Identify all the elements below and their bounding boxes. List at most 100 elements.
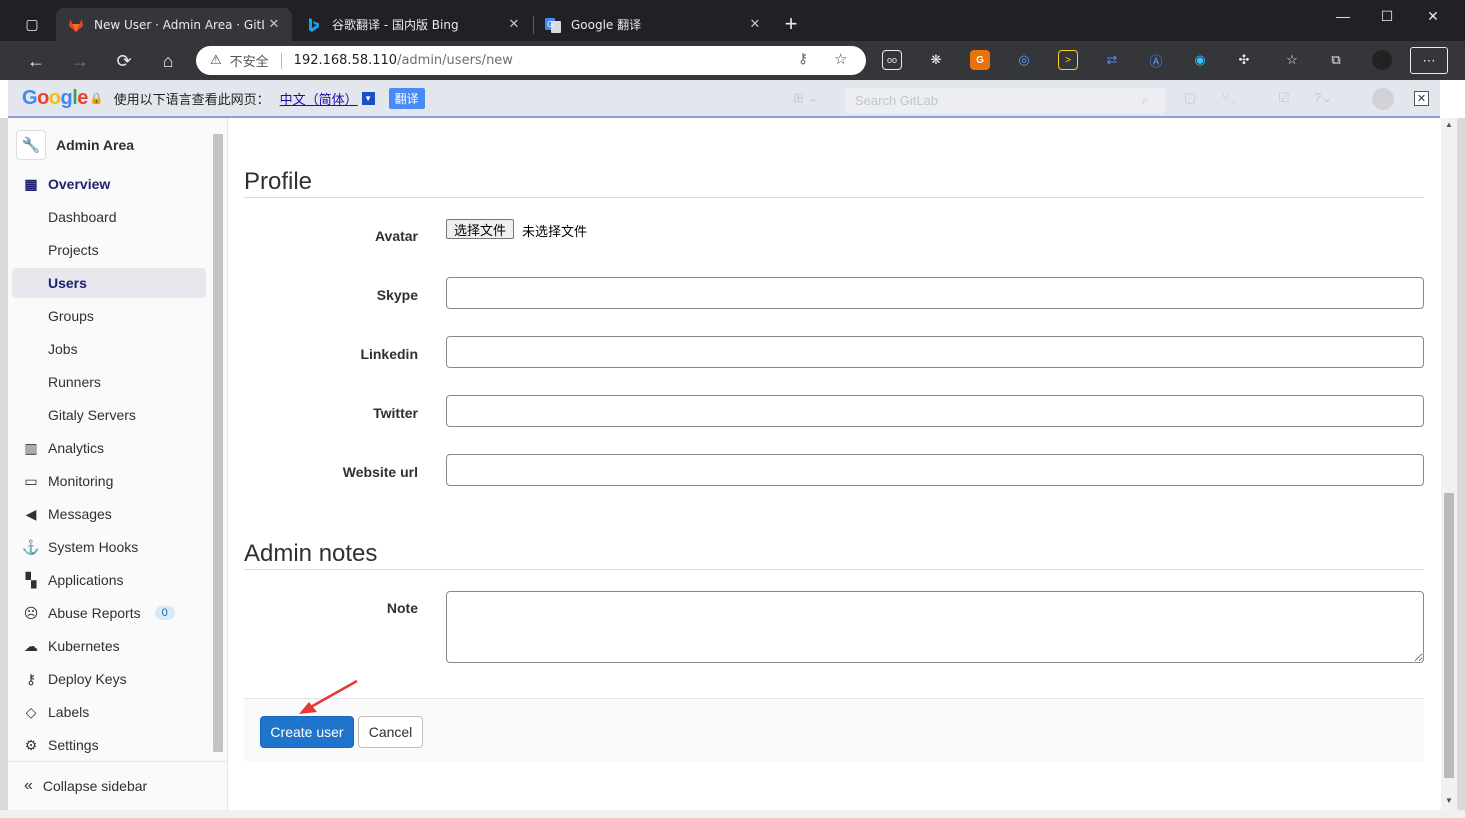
anchor-icon: ⚓ [22, 538, 40, 555]
sidebar-item-label: Deploy Keys [48, 671, 127, 687]
sidebar-item-dashboard[interactable]: Dashboard [12, 202, 206, 232]
cancel-button[interactable]: Cancel [358, 716, 423, 748]
extension-5-icon[interactable]: > [1058, 50, 1078, 70]
sidebar-item-kubernetes[interactable]: ☁ Kubernetes [12, 631, 206, 661]
extension-1-icon[interactable]: oo [882, 50, 902, 70]
wrench-icon: 🔧 [16, 130, 46, 160]
sidebar-item-label: Dashboard [48, 209, 117, 225]
extension-7-icon[interactable]: Ⓐ [1146, 50, 1166, 70]
extension-3-icon[interactable]: G [970, 50, 990, 70]
sidebar-item-messages[interactable]: ◀ Messages [12, 499, 206, 529]
sad-face-icon: ☹ [23, 604, 39, 621]
tag-icon: ◇ [25, 703, 37, 720]
profile-avatar[interactable] [1372, 50, 1392, 70]
sidebar-item-label: Analytics [48, 440, 105, 456]
sidebar-item-system-hooks[interactable]: ⚓ System Hooks [12, 532, 206, 562]
admin-notes-heading: Admin notes [244, 540, 378, 567]
tab-actions-icon[interactable]: ▢ [17, 9, 47, 39]
sidebar-item-projects[interactable]: Projects [12, 235, 206, 265]
scroll-down-icon[interactable]: ▼ [1445, 796, 1453, 805]
extension-6-icon[interactable]: ⇄ [1102, 50, 1122, 70]
website-url-field[interactable] [446, 454, 1424, 486]
maximize-button[interactable]: ☐ [1364, 0, 1410, 32]
close-icon[interactable]: ✕ [1414, 91, 1429, 106]
help-icon[interactable]: ?⌄ [1314, 90, 1332, 106]
sidebar-item-settings[interactable]: ⚙ Settings [12, 730, 206, 760]
user-avatar[interactable] [1372, 88, 1394, 110]
sidebar-scrollbar[interactable] [213, 134, 223, 752]
url-host: 192.168.58.110 [293, 53, 398, 68]
back-icon[interactable]: ← [21, 46, 51, 76]
page-scrollbar[interactable]: ▲ ▼ [1441, 118, 1457, 810]
sidebar-item-labels[interactable]: ◇ Labels [12, 697, 206, 727]
skype-field[interactable] [446, 277, 1424, 309]
sidebar-item-monitoring[interactable]: ▭ Monitoring [12, 466, 206, 496]
extension-8-icon[interactable]: ◉ [1190, 50, 1210, 70]
sidebar-item-gitaly-servers[interactable]: Gitaly Servers [12, 400, 206, 430]
translate-prompt: 使用以下语言查看此网页： [113, 92, 270, 108]
new-tab-button[interactable]: + [776, 9, 806, 39]
tab-google-translate[interactable]: G Google 翻译 ✕ [533, 8, 773, 41]
address-bar[interactable]: ⚠ 不安全 192.168.58.110 /admin/users/new ⚷ … [196, 46, 866, 75]
twitter-field[interactable] [446, 395, 1424, 427]
linkedin-field[interactable] [446, 336, 1424, 368]
home-icon[interactable]: ⌂ [153, 46, 183, 76]
sidebar-item-users[interactable]: Users [12, 268, 206, 298]
sidebar-item-label: Applications [48, 572, 124, 588]
url-path: /admin/users/new [397, 53, 513, 68]
sidebar-item-label: Users [48, 275, 87, 291]
key-icon[interactable]: ⚷ [798, 51, 808, 67]
close-tab-icon[interactable]: ✕ [264, 17, 284, 32]
translate-button[interactable]: 翻译 [388, 87, 425, 109]
chart-icon: ▥ [24, 439, 38, 456]
sidebar-item-applications[interactable]: ▚ Applications [12, 565, 206, 595]
sidebar-item-label: Abuse Reports [48, 605, 141, 621]
sidebar-item-abuse-reports[interactable]: ☹ Abuse Reports 0 [12, 598, 206, 628]
sidebar-item-analytics[interactable]: ▥ Analytics [12, 433, 206, 463]
chevron-down-icon[interactable]: ▼ [361, 91, 375, 105]
extension-2-icon[interactable]: ❋ [926, 50, 946, 70]
warning-icon: ⚠ [210, 53, 222, 68]
double-chevron-left-icon: « [24, 777, 33, 794]
create-user-button[interactable]: Create user [260, 716, 354, 748]
collapse-sidebar-label: Collapse sidebar [42, 778, 148, 794]
sidebar-item-jobs[interactable]: Jobs [12, 334, 206, 364]
minimize-button[interactable]: — [1320, 0, 1366, 32]
favorites-icon[interactable]: ☆ [1282, 50, 1302, 70]
note-field[interactable] [446, 591, 1424, 663]
sidebar-title: Admin Area [56, 137, 135, 153]
reload-icon[interactable]: ⟳ [109, 46, 139, 76]
cloud-icon: ☁ [24, 637, 38, 654]
search-input[interactable]: Search GitLab [845, 88, 1165, 114]
settings-menu-icon[interactable]: ⋯ [1410, 47, 1448, 74]
extensions-puzzle-icon[interactable]: ✣ [1234, 50, 1254, 70]
new-item-icon[interactable]: ⊞ ⌄ [793, 90, 818, 106]
grid-icon: ▚ [25, 571, 37, 588]
annotation-arrow-icon [299, 679, 358, 714]
close-tab-icon[interactable]: ✕ [504, 17, 524, 32]
insecure-label: 不安全 [229, 55, 269, 70]
forward-icon[interactable]: → [65, 46, 95, 76]
merge-requests-icon[interactable]: ⑂⌄ [1222, 90, 1238, 105]
favorite-add-icon[interactable]: ☆ [834, 50, 847, 68]
translate-language-select[interactable]: 中文（简体） [280, 89, 358, 108]
scroll-up-icon[interactable]: ▲ [1445, 120, 1453, 129]
extension-4-icon[interactable]: ◎ [1014, 50, 1034, 70]
sidebar-item-runners[interactable]: Runners [12, 367, 206, 397]
sidebar-item-overview[interactable]: ▦ Overview [12, 169, 206, 199]
sidebar-item-deploy-keys[interactable]: ⚷ Deploy Keys [12, 664, 206, 694]
bullhorn-icon: ◀ [25, 505, 37, 522]
tab-gitlab[interactable]: New User · Admin Area · GitLab ✕ [56, 8, 292, 41]
close-window-button[interactable]: ✕ [1410, 0, 1456, 32]
close-tab-icon[interactable]: ✕ [745, 17, 765, 32]
collections-icon[interactable]: ⧉ [1326, 50, 1346, 70]
sidebar-header[interactable]: 🔧 Admin Area [16, 130, 134, 160]
tab-bing[interactable]: 谷歌翻译 - 国内版 Bing ✕ [294, 8, 532, 41]
todos-icon[interactable]: ☑ [1278, 90, 1290, 106]
sidebar-item-groups[interactable]: Groups [12, 301, 206, 331]
issues-icon[interactable]: ▢ [1184, 90, 1196, 106]
scroll-thumb[interactable] [1444, 493, 1454, 778]
sidebar-item-label: System Hooks [48, 539, 139, 555]
collapse-sidebar-button[interactable]: « Collapse sidebar [8, 761, 227, 810]
choose-file-button[interactable]: 选择文件 [446, 219, 515, 239]
